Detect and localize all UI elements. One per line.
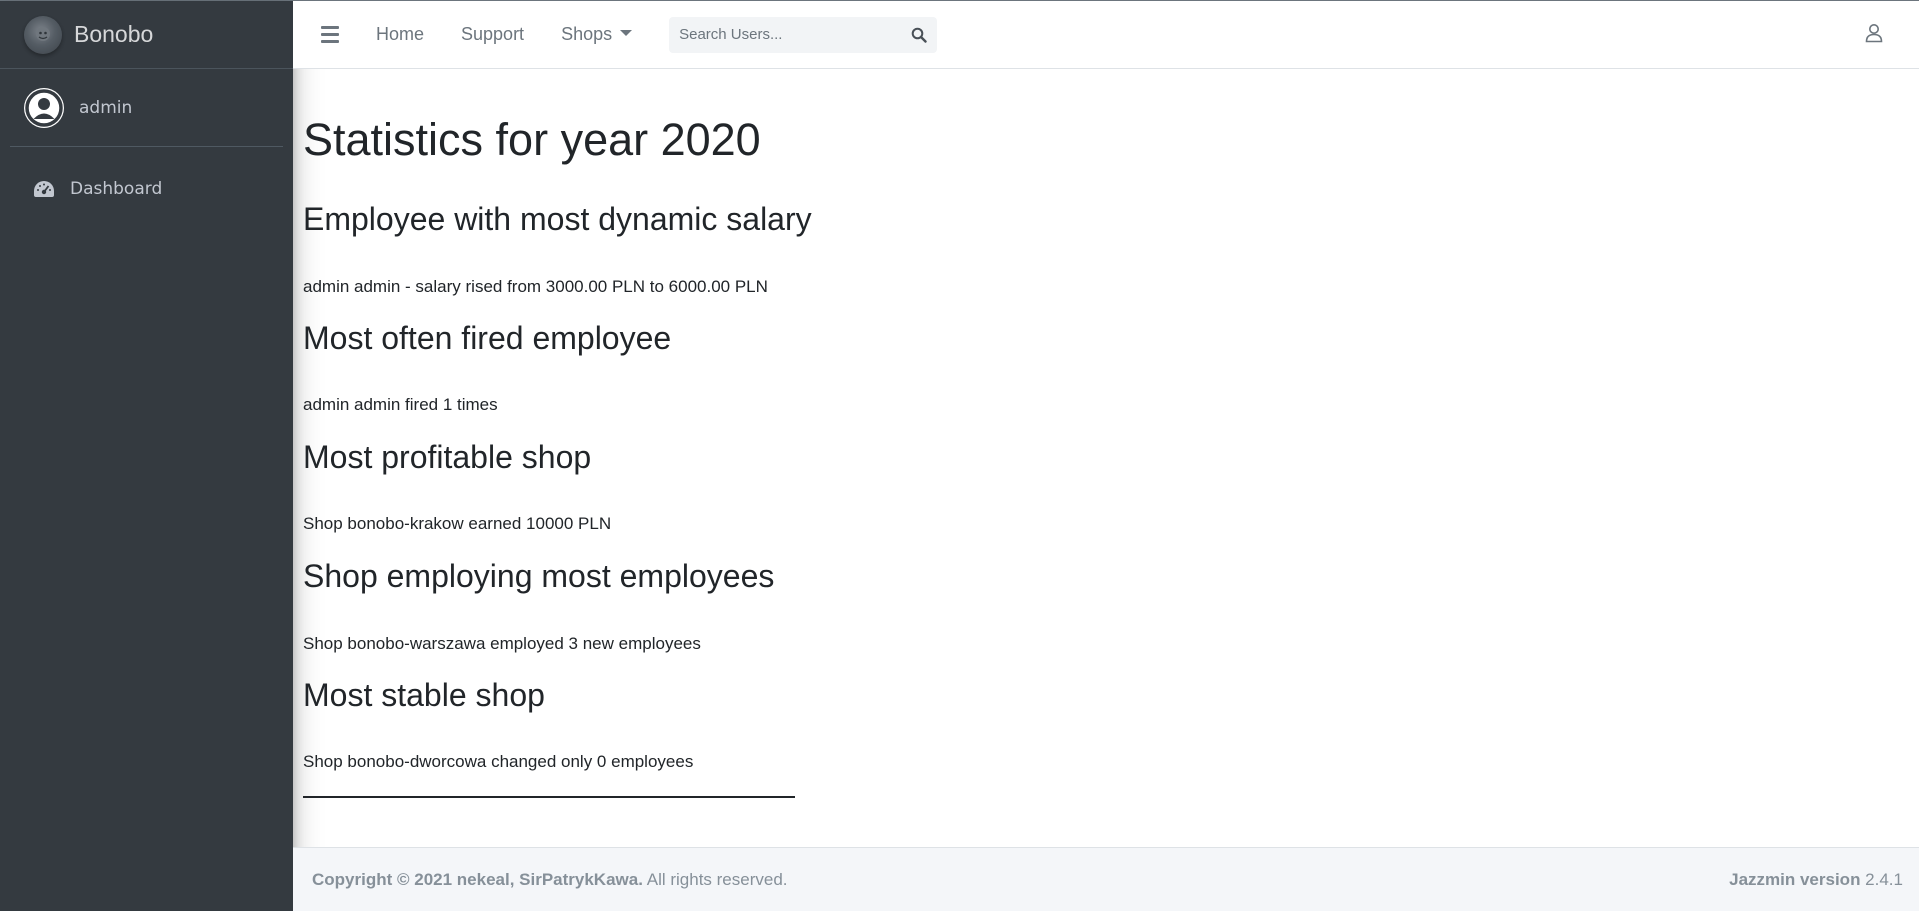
copyright-bold: Copyright © 2021 nekeal, SirPatrykKawa.: [312, 870, 643, 889]
version-value: 2.4.1: [1860, 870, 1903, 889]
user-panel[interactable]: admin: [10, 69, 283, 147]
page-title: Statistics for year 2020: [303, 114, 761, 165]
nav-dropdown-shops-label: Shops: [561, 24, 613, 44]
version-info: Jazzmin version 2.4.1: [1729, 870, 1903, 890]
nav-link-support[interactable]: Support: [461, 24, 524, 45]
hamburger-icon[interactable]: [321, 26, 339, 43]
bonobo-logo: [24, 15, 62, 54]
copyright: Copyright © 2021 nekeal, SirPatrykKawa. …: [312, 870, 788, 890]
copyright-rest: All rights reserved.: [642, 870, 788, 889]
user-circle-icon: [24, 87, 64, 128]
sidebar-item-label: Dashboard: [70, 179, 163, 199]
nav-dropdown-shops[interactable]: Shops: [561, 24, 633, 45]
brand-name: Bonobo: [74, 21, 154, 47]
search-icon[interactable]: [901, 17, 937, 53]
caret-down-icon: [620, 29, 633, 36]
user-outline-icon[interactable]: [1865, 23, 1883, 47]
footer: Copyright © 2021 nekeal, SirPatrykKawa. …: [293, 847, 1919, 911]
search-input[interactable]: [669, 16, 902, 53]
section-text: Shop bonobo-dworcowa changed only 0 empl…: [303, 752, 694, 771]
main-content: Statistics for year 2020 Employee with m…: [303, 69, 1303, 798]
section-heading: Most often fired employee: [303, 320, 672, 356]
sidebar-user-name: admin: [79, 97, 133, 118]
section-heading: Most stable shop: [303, 677, 545, 713]
section-heading: Shop employing most employees: [303, 558, 775, 594]
sidebar: Bonobo admin Dashboard: [0, 1, 293, 911]
version-label: Jazzmin version: [1729, 870, 1861, 889]
sidebar-item-dashboard[interactable]: Dashboard: [10, 169, 283, 209]
section-text: Shop bonobo-krakow earned 10000 PLN: [303, 514, 612, 533]
tachometer-icon: [32, 179, 56, 199]
divider: [303, 796, 795, 798]
top-navbar: Home Support Shops: [293, 1, 1919, 69]
brand-link[interactable]: Bonobo: [0, 1, 293, 69]
section-text: admin admin - salary rised from 3000.00 …: [303, 277, 768, 296]
section-heading: Employee with most dynamic salary: [303, 201, 812, 237]
search-box: [669, 16, 938, 53]
nav-link-home[interactable]: Home: [376, 24, 424, 45]
section-text: admin admin fired 1 times: [303, 395, 498, 414]
section-heading: Most profitable shop: [303, 439, 592, 475]
section-text: Shop bonobo-warszawa employed 3 new empl…: [303, 634, 701, 653]
